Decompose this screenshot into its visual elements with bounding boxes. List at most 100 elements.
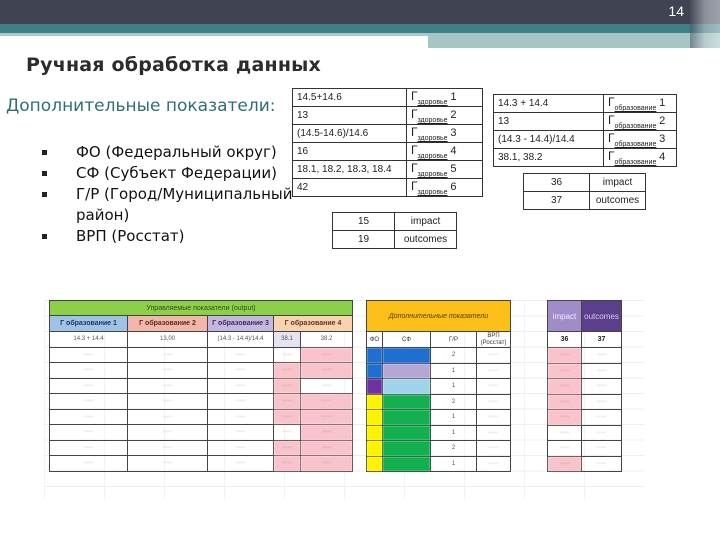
- sheet-cell-fo: [366, 393, 383, 410]
- table-row: 19 outcomes: [332, 230, 457, 249]
- sheet-row: ····· ····· ····· ····· ·····: [49, 439, 353, 456]
- sheet-cell: ·····: [49, 424, 128, 441]
- sheet-row: 1 ·····: [366, 409, 511, 426]
- indicator-cell: Гздоровье 3: [406, 124, 483, 143]
- sheet-cell: ·····: [49, 393, 128, 410]
- impact-outcomes-table: impact outcomes 36 37 ····· ····· ····· ···…: [547, 300, 622, 472]
- sheet-cell-outcomes: ·····: [581, 362, 622, 379]
- sheet-row: 1 ·····: [366, 455, 511, 472]
- sheet-row: ····· ·····: [547, 409, 622, 426]
- io-code-outcomes: 37: [581, 331, 622, 348]
- sheet-row: ····· ·····: [547, 378, 622, 395]
- header-bar: [0, 0, 720, 24]
- output-header-1: Г образование 1: [49, 315, 128, 332]
- sheet-cell-outcomes: ·····: [581, 424, 622, 441]
- formula-cell: (14.3 - 14.4)/14.4: [493, 130, 604, 149]
- sheet-cell-sf: [382, 409, 431, 426]
- table-row: 13 Гобразование 2: [493, 112, 677, 131]
- sheet-cell-outcomes: ·····: [581, 378, 622, 395]
- sheet-cell-sf: [382, 455, 431, 472]
- sheet-cell-vrp: ·····: [476, 347, 511, 364]
- sheet-cell: ·····: [49, 346, 128, 363]
- indicator-index: 4: [659, 151, 666, 163]
- formula-cell: (14.5-14.6)/14.6: [292, 124, 407, 143]
- bullet-icon: [42, 171, 47, 176]
- sheet-cell: ·····: [273, 424, 301, 441]
- spreadsheet-image: Управляемые показатели (output) Г образо…: [44, 300, 644, 500]
- sheet-cell-vrp: ·····: [476, 424, 511, 441]
- io-header-outcomes: outcomes: [581, 300, 622, 332]
- code-cell: 36: [523, 173, 590, 192]
- sheet-cell-outcomes: ·····: [581, 440, 622, 457]
- sheet-cell-gr: 2: [430, 393, 477, 410]
- header-edge-shade: [690, 0, 720, 48]
- sheet-cell: ·····: [207, 362, 274, 379]
- sheet-row: ····· ·····: [547, 362, 622, 379]
- indicator-cell: Гздоровье 5: [406, 160, 483, 179]
- sheet-cell-gr: 2: [430, 440, 477, 457]
- formula-cell: 13: [493, 112, 604, 131]
- formula-cell: 13: [292, 106, 407, 125]
- sheet-row: ····· ·····: [547, 347, 622, 364]
- indicator-cell: Гздоровье 1: [406, 88, 483, 107]
- sheet-row: ····· ·····: [547, 440, 622, 457]
- output-formula-1: 14.3 + 14.4: [49, 330, 128, 348]
- bullet-icon: [42, 150, 47, 155]
- table-row: 15 impact: [332, 212, 457, 231]
- sheet-cell: ·····: [127, 424, 208, 441]
- sheet-cell-impact: ·····: [547, 424, 582, 441]
- slide-title: Ручная обработка данных: [26, 54, 321, 76]
- sheet-row: ····· ····· ····· ····· ·····: [49, 424, 353, 441]
- sheet-cell-gr: 1: [430, 409, 477, 426]
- code-cell: 19: [332, 230, 395, 249]
- sheet-cell: ·····: [207, 393, 274, 410]
- sheet-cell: ·····: [127, 455, 208, 472]
- sheet-row: 2 ·····: [366, 347, 511, 364]
- sheet-cell-sf: [382, 424, 431, 441]
- formula-cell: 38.1, 38.2: [493, 148, 604, 167]
- sheet-cell-impact: ·····: [547, 378, 582, 395]
- formula-cell: 14.3 + 14.4: [493, 94, 604, 113]
- indicator-subscript: здоровье: [417, 135, 448, 142]
- sheet-cell: ·····: [207, 424, 274, 441]
- bullet-text: ФО (Федеральный округ): [76, 143, 277, 161]
- sheet-cell-impact: ·····: [547, 409, 582, 426]
- label-cell: outcomes: [394, 230, 457, 249]
- extra-header-fo: ФО: [366, 331, 383, 348]
- sheet-row: ····· ····· ····· ····· ·····: [49, 362, 353, 379]
- sheet-row: ····· ·····: [547, 424, 622, 441]
- sheet-row: 2 ·····: [366, 440, 511, 457]
- sheet-cell-impact: ·····: [547, 455, 582, 472]
- indicator-index: 6: [450, 181, 457, 193]
- label-cell: impact: [589, 173, 646, 192]
- indicator-index: 3: [659, 133, 666, 145]
- sheet-row: ····· ····· ····· ····· ·····: [49, 393, 353, 410]
- sheet-cell-fo: [366, 347, 383, 364]
- sheet-cell-sf: [382, 393, 431, 410]
- sheet-cell: ·····: [127, 346, 208, 363]
- indicator-subscript: образование: [614, 123, 657, 130]
- sheet-cell: ·····: [207, 439, 274, 456]
- table-row: 42 Гздоровье 6: [292, 178, 483, 197]
- indicator-cell: Гобразование 4: [603, 148, 677, 167]
- indicator-index: 5: [450, 163, 457, 175]
- output-formula-4b: 38.2: [300, 330, 353, 348]
- sheet-cell-sf: [382, 378, 431, 395]
- sheet-cell: ·····: [49, 408, 128, 425]
- header-light-block: [428, 33, 720, 48]
- sheet-cell: ·····: [273, 362, 301, 379]
- sheet-row: ····· ····· ····· ····· ·····: [49, 346, 353, 363]
- sheet-cell-outcomes: ·····: [581, 393, 622, 410]
- formula-cell: 14.5+14.6: [292, 88, 407, 107]
- extra-indicators-table: Дополнительные показатели ФО СФ Г/Р ВРП …: [366, 300, 511, 472]
- bullet-text: СФ (Субъект Федерации): [76, 164, 278, 182]
- table-row: 38.1, 38.2 Гобразование 4: [493, 148, 677, 167]
- extra-block-title: Дополнительные показатели: [366, 300, 511, 332]
- bullet-item: ВРП (Росстат): [42, 226, 322, 247]
- output-header-4: Г образование 4: [273, 315, 353, 332]
- indicator-subscript: здоровье: [417, 171, 448, 178]
- sheet-cell: ·····: [300, 424, 353, 441]
- output-indicators-table: Управляемые показатели (output) Г образо…: [49, 300, 353, 472]
- sheet-cell-fo: [366, 455, 383, 472]
- indicator-cell: Гздоровье 2: [406, 106, 483, 125]
